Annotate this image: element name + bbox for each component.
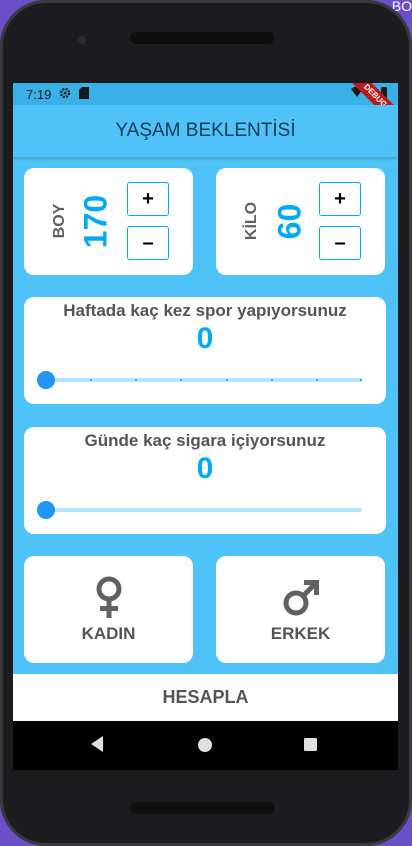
app-bar: YAŞAM BEKLENTİSİ xyxy=(13,105,398,157)
weight-value: 60 xyxy=(271,203,308,240)
status-time: 7:19 xyxy=(26,86,52,102)
weight-plus-button[interactable]: + xyxy=(319,182,361,216)
smoke-slider-thumb[interactable] xyxy=(37,501,55,519)
smoke-slider-track[interactable] xyxy=(45,508,362,512)
sport-value: 0 xyxy=(196,322,214,355)
weight-card: KİLO 60 + – xyxy=(216,168,385,275)
female-symbol-icon xyxy=(24,576,193,625)
front-camera xyxy=(78,36,86,44)
sd-card-icon xyxy=(79,86,90,102)
app-title: YAŞAM BEKLENTİSİ xyxy=(115,120,296,141)
height-card: BOY 170 + – xyxy=(24,168,193,275)
calculate-button[interactable]: HESAPLA xyxy=(13,674,398,721)
recents-icon[interactable] xyxy=(303,737,318,757)
gear-icon xyxy=(59,87,71,102)
height-minus-button[interactable]: – xyxy=(127,226,169,260)
system-nav-bar xyxy=(13,721,398,770)
calculate-label: HESAPLA xyxy=(162,687,249,707)
height-label: BOY xyxy=(51,203,68,239)
smoke-question: Günde kaç sigara içiyorsunuz xyxy=(84,431,326,450)
app-screen: 7:19 DEBUG YAŞAM BEKLENTİSİ BOY 170 + – … xyxy=(13,83,398,770)
male-symbol-icon xyxy=(216,578,385,623)
sport-slider-thumb[interactable] xyxy=(37,371,55,389)
home-icon[interactable] xyxy=(197,737,213,758)
smoke-card: Günde kaç sigara içiyorsunuz 0 xyxy=(24,427,386,534)
weight-label: KİLO xyxy=(243,201,260,241)
back-icon[interactable] xyxy=(89,735,105,758)
height-plus-button[interactable]: + xyxy=(127,182,169,216)
weight-minus-button[interactable]: – xyxy=(319,226,361,260)
male-card[interactable]: ERKEK xyxy=(216,556,385,663)
smoke-value: 0 xyxy=(196,452,214,485)
sport-question: Haftada kaç kez spor yapıyorsunuz xyxy=(63,301,347,320)
female-card[interactable]: KADIN xyxy=(24,556,193,663)
phone-frame: 7:19 DEBUG YAŞAM BEKLENTİSİ BOY 170 + – … xyxy=(0,0,412,846)
height-value: 170 xyxy=(77,194,114,249)
status-bar: 7:19 xyxy=(13,83,398,105)
male-label: ERKEK xyxy=(270,624,331,643)
bottom-speaker xyxy=(130,802,274,814)
sport-slider-track[interactable] xyxy=(45,378,362,382)
earpiece-speaker xyxy=(130,32,274,44)
female-label: KADIN xyxy=(81,624,136,643)
sport-card: Haftada kaç kez spor yapıyorsunuz 0 xyxy=(24,297,386,404)
